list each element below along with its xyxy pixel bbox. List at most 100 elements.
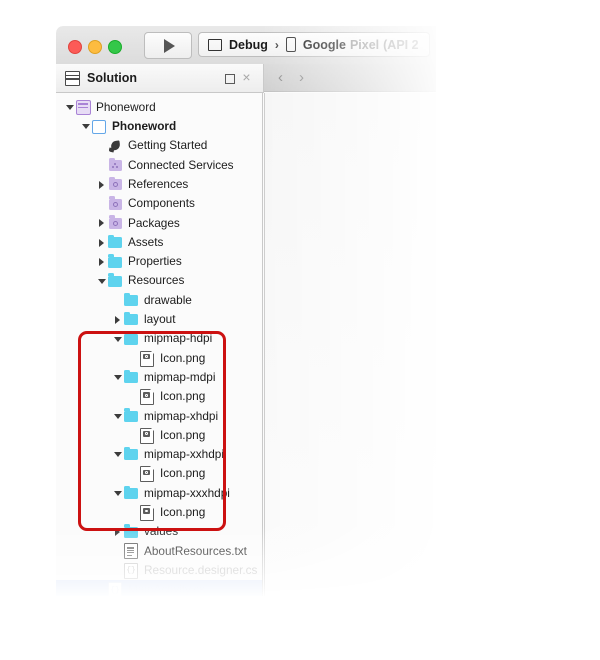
- tree-item-label: mipmap-xxxhdpi: [144, 485, 230, 500]
- tree-item-phoneword[interactable]: Phoneword: [56, 98, 262, 117]
- tree-item-label: Resource.designer.cs: [144, 562, 258, 577]
- twisty-expanded-icon[interactable]: [112, 491, 123, 497]
- tree-item-label: mipmap-hdpi: [144, 331, 213, 346]
- tree-item-icon-png[interactable]: Icon.png: [56, 349, 262, 368]
- twisty-expanded-icon[interactable]: [112, 413, 123, 419]
- twisty-collapsed-icon[interactable]: [112, 315, 123, 324]
- solution-panel-icon: [65, 70, 80, 86]
- folder-icon: [107, 234, 123, 249]
- tree-item-assets[interactable]: Assets: [56, 233, 262, 252]
- folder-icon: [123, 524, 139, 538]
- tree-item-label: AboutResources.txt: [144, 543, 247, 558]
- tree-item-icon-png[interactable]: Icon.png: [56, 387, 262, 406]
- references-icon: [107, 176, 123, 191]
- tree-item-label: References: [128, 176, 189, 191]
- tree-item-packages[interactable]: Packages: [56, 214, 262, 233]
- tree-item-icon-png[interactable]: Icon.png: [56, 426, 262, 445]
- twisty-expanded-icon[interactable]: [112, 452, 123, 458]
- editor-navigation-bar: ‹ ›: [264, 64, 436, 92]
- tree-item-resources[interactable]: Resources: [56, 272, 262, 291]
- tree-item-mipmap-mdpi[interactable]: mipmap-mdpi: [56, 368, 262, 387]
- tree-item-label: Resources: [128, 273, 185, 288]
- nav-forward-icon[interactable]: ›: [299, 70, 304, 85]
- solution-panel-header: Solution ×: [56, 64, 264, 93]
- device-model-label: Pixel: [349, 37, 380, 52]
- cs-file-icon: {}: [123, 562, 139, 579]
- tree-item-mipmap-xhdpi[interactable]: mipmap-xhdpi: [56, 407, 262, 426]
- tree-item-values[interactable]: values: [56, 523, 262, 542]
- play-icon: [164, 38, 175, 53]
- folder-icon: [123, 292, 139, 307]
- screenshot-stage: Debug › Google Pixel (API 2 Solution × ‹…: [0, 0, 600, 660]
- tree-item-label: Icon.png: [160, 466, 206, 481]
- tree-item-label: Properties: [128, 254, 182, 269]
- image-file-icon: [139, 388, 155, 406]
- twisty-collapsed-icon[interactable]: [96, 180, 107, 189]
- ide-window: Debug › Google Pixel (API 2 Solution × ‹…: [56, 26, 436, 596]
- twisty-collapsed-icon[interactable]: [96, 238, 107, 247]
- twisty-expanded-icon[interactable]: [112, 375, 123, 381]
- tree-item-label: drawable: [144, 292, 192, 307]
- monitor-icon: [208, 38, 222, 51]
- image-file-icon: [139, 465, 155, 483]
- tree-item-mipmap-hdpi[interactable]: mipmap-hdpi: [56, 330, 262, 349]
- tree-item-label: Icon.png: [160, 504, 206, 519]
- components-icon: [107, 196, 123, 210]
- cs-file-icon: {}: [107, 582, 123, 596]
- tree-item-label: MainActivity.cs: [128, 582, 206, 596]
- tree-item-icon-png[interactable]: Icon.png: [56, 465, 262, 484]
- chevron-right-icon: ›: [274, 37, 279, 52]
- tree-item-mainactivity-cs[interactable]: {} MainActivity.cs: [56, 580, 262, 596]
- close-icon[interactable]: ×: [240, 70, 253, 84]
- window-titlebar: Debug › Google Pixel (API 2: [56, 26, 436, 65]
- twisty-collapsed-icon[interactable]: [96, 219, 107, 228]
- tree-item-references[interactable]: References: [56, 175, 262, 194]
- solution-icon: [75, 100, 91, 116]
- tree-item-layout[interactable]: layout: [56, 310, 262, 329]
- image-file-icon: [139, 504, 155, 521]
- tree-item-mipmap-xxhdpi[interactable]: mipmap-xxhdpi: [56, 445, 262, 464]
- tree-item-mipmap-xxxhdpi[interactable]: mipmap-xxxhdpi: [56, 484, 262, 503]
- nav-back-icon[interactable]: ‹: [278, 70, 283, 85]
- folder-icon: [107, 254, 123, 268]
- folder-icon: [123, 331, 139, 345]
- window-maximize-button[interactable]: [108, 40, 122, 54]
- twisty-collapsed-icon[interactable]: [112, 528, 123, 537]
- twisty-expanded-icon[interactable]: [64, 105, 75, 111]
- phone-icon: [285, 37, 296, 52]
- tree-item-connected-services[interactable]: Connected Services: [56, 156, 262, 175]
- tree-item-label: Icon.png: [160, 389, 206, 404]
- tree-item-aboutresources-txt[interactable]: AboutResources.txt: [56, 542, 262, 561]
- pin-icon[interactable]: [225, 74, 235, 84]
- tree-item-label: mipmap-xhdpi: [144, 408, 219, 423]
- tree-item-phoneword[interactable]: Phoneword: [56, 117, 262, 136]
- folder-icon: [123, 446, 139, 461]
- twisty-expanded-icon[interactable]: [112, 336, 123, 342]
- device-label: Google: [302, 37, 346, 52]
- tree-item-resource-designer-cs[interactable]: {} Resource.designer.cs: [56, 561, 262, 580]
- run-configuration-bar[interactable]: Debug › Google Pixel (API 2: [198, 32, 430, 57]
- editor-area: [264, 93, 436, 596]
- project-icon: [91, 119, 107, 134]
- tree-item-label: Assets: [128, 234, 164, 249]
- tree-item-drawable[interactable]: drawable: [56, 291, 262, 310]
- image-file-icon: [139, 427, 155, 444]
- window-close-button[interactable]: [68, 40, 82, 54]
- text-file-icon: [123, 543, 139, 560]
- run-button[interactable]: [144, 32, 192, 59]
- build-configuration-label: Debug: [229, 37, 268, 52]
- folder-icon: [123, 369, 139, 384]
- tree-item-icon-png[interactable]: Icon.png: [56, 503, 262, 522]
- window-minimize-button[interactable]: [88, 40, 102, 54]
- solution-tree[interactable]: Phoneword Phoneword Getting Started Connect…: [56, 93, 263, 596]
- twisty-collapsed-icon[interactable]: [96, 258, 107, 267]
- folder-icon: [123, 408, 139, 422]
- tree-item-getting-started[interactable]: Getting Started: [56, 137, 262, 156]
- tree-item-components[interactable]: Components: [56, 194, 262, 213]
- twisty-expanded-icon[interactable]: [96, 278, 107, 284]
- twisty-expanded-icon[interactable]: [80, 124, 91, 130]
- rocket-icon: [107, 140, 123, 153]
- tree-item-properties[interactable]: Properties: [56, 252, 262, 271]
- folder-icon: [123, 311, 139, 326]
- tree-item-label: Icon.png: [160, 350, 206, 365]
